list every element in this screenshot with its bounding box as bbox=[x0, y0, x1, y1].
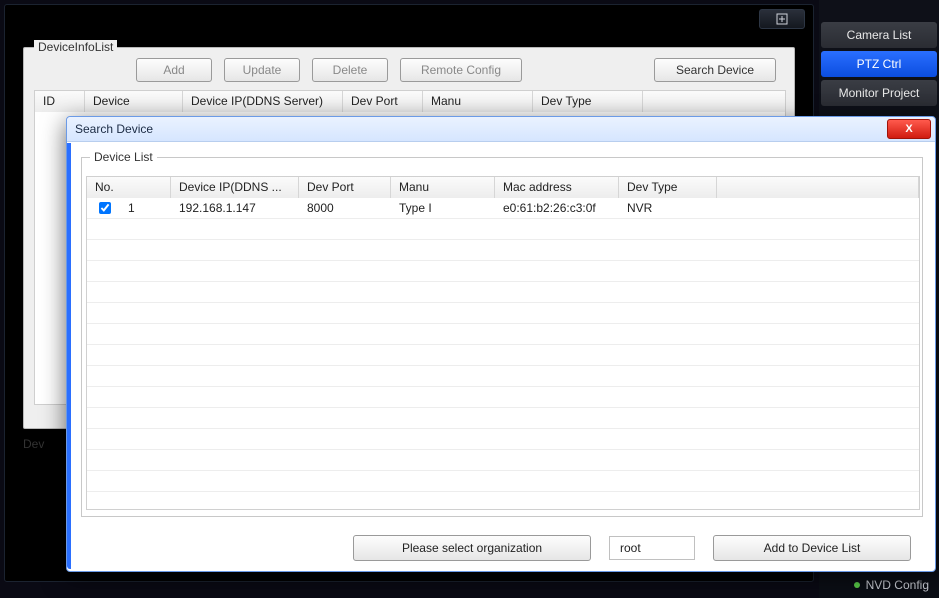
truncated-dev-label: Dev bbox=[23, 437, 44, 451]
col-port[interactable]: Dev Port bbox=[343, 91, 423, 113]
empty-row bbox=[87, 471, 919, 492]
empty-row bbox=[87, 219, 919, 240]
empty-row bbox=[87, 240, 919, 261]
device-list-group: Device List No. Device IP(DDNS ... Dev P… bbox=[81, 157, 923, 517]
select-organization-button[interactable]: Please select organization bbox=[353, 535, 591, 561]
col-device-ip[interactable]: Device IP(DDNS ... bbox=[171, 177, 299, 199]
nvd-config-link[interactable]: NVD Config bbox=[854, 578, 929, 592]
empty-row bbox=[87, 345, 919, 366]
close-button[interactable]: X bbox=[887, 119, 931, 139]
empty-row bbox=[87, 282, 919, 303]
sidebar-item-monitor-project[interactable]: Monitor Project bbox=[821, 80, 937, 106]
search-device-button[interactable]: Search Device bbox=[654, 58, 776, 82]
row-manu: Type I bbox=[391, 201, 495, 215]
col-dev-type[interactable]: Dev Type bbox=[619, 177, 717, 199]
status-dot-icon bbox=[854, 582, 860, 588]
expand-icon bbox=[776, 13, 788, 25]
device-info-list-legend: DeviceInfoList bbox=[34, 40, 117, 54]
row-checkbox[interactable] bbox=[99, 202, 111, 214]
col-blank bbox=[717, 177, 919, 199]
row-mac: e0:61:b2:26:c3:0f bbox=[495, 201, 619, 215]
organization-field[interactable]: root bbox=[609, 536, 695, 560]
nvd-config-label: NVD Config bbox=[866, 578, 929, 592]
window-menu-button[interactable] bbox=[759, 9, 805, 29]
empty-row bbox=[87, 261, 919, 282]
row-no: 1 bbox=[120, 201, 143, 215]
col-mac[interactable]: Mac address bbox=[495, 177, 619, 199]
device-list-body: 1 192.168.1.147 8000 Type I e0:61:b2:26:… bbox=[86, 198, 920, 510]
device-info-list-header: ID Device Device IP(DDNS Server) Dev Por… bbox=[34, 90, 786, 114]
sidebar-item-ptz-ctrl[interactable]: PTZ Ctrl bbox=[821, 51, 937, 77]
col-no[interactable]: No. bbox=[87, 177, 171, 199]
col-ip[interactable]: Device IP(DDNS Server) bbox=[183, 91, 343, 113]
empty-row bbox=[87, 303, 919, 324]
col-device[interactable]: Device bbox=[85, 91, 183, 113]
search-device-dialog: Search Device X Device List No. Device I… bbox=[66, 116, 936, 572]
add-button[interactable]: Add bbox=[136, 58, 212, 82]
empty-row bbox=[87, 387, 919, 408]
empty-row bbox=[87, 366, 919, 387]
col-dev-port[interactable]: Dev Port bbox=[299, 177, 391, 199]
table-row[interactable]: 1 192.168.1.147 8000 Type I e0:61:b2:26:… bbox=[87, 198, 919, 219]
empty-row bbox=[87, 429, 919, 450]
row-port: 8000 bbox=[299, 201, 391, 215]
delete-button[interactable]: Delete bbox=[312, 58, 388, 82]
add-to-device-list-button[interactable]: Add to Device List bbox=[713, 535, 911, 561]
device-info-toolbar: Add Update Delete Remote Config bbox=[136, 58, 522, 82]
dialog-title: Search Device bbox=[75, 122, 153, 136]
close-icon: X bbox=[905, 123, 912, 135]
col-manu[interactable]: Manu bbox=[423, 91, 533, 113]
col-type[interactable]: Dev Type bbox=[533, 91, 643, 113]
update-button[interactable]: Update bbox=[224, 58, 300, 82]
device-list-legend: Device List bbox=[90, 150, 157, 164]
empty-row bbox=[87, 324, 919, 345]
col-manu2[interactable]: Manu bbox=[391, 177, 495, 199]
dialog-button-bar: Please select organization root Add to D… bbox=[67, 535, 935, 561]
row-type: NVR bbox=[619, 201, 717, 215]
dialog-titlebar[interactable]: Search Device X bbox=[67, 117, 935, 142]
remote-config-button[interactable]: Remote Config bbox=[400, 58, 522, 82]
empty-row bbox=[87, 450, 919, 471]
sidebar-item-camera-list[interactable]: Camera List bbox=[821, 22, 937, 48]
col-id[interactable]: ID bbox=[35, 91, 85, 113]
device-list-header: No. Device IP(DDNS ... Dev Port Manu Mac… bbox=[86, 176, 920, 200]
row-ip: 192.168.1.147 bbox=[171, 201, 299, 215]
empty-row bbox=[87, 408, 919, 429]
